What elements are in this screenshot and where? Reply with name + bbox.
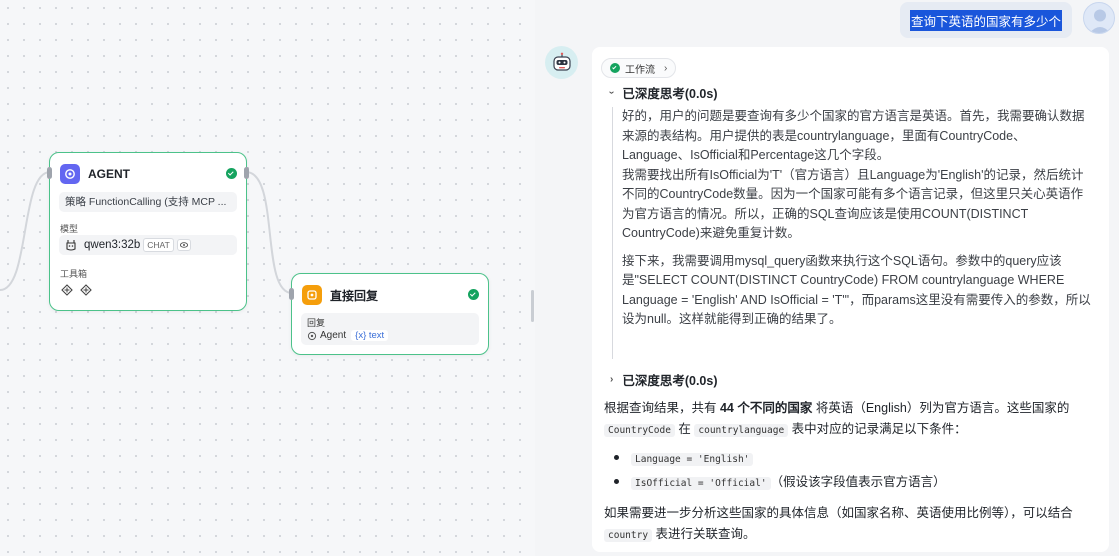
- tool-icon-2[interactable]: [80, 283, 92, 296]
- edge-into-agent: [0, 171, 51, 291]
- agent-node[interactable]: AGENT 策略 FunctionCalling (支持 MCP ... 模型 …: [47, 152, 249, 311]
- thinking-label-1: 已深度思考(0.0s): [622, 87, 718, 101]
- reply-input-handle[interactable]: [289, 288, 294, 300]
- reply-icon: [302, 285, 322, 305]
- model-name: qwen3:32b: [84, 239, 141, 251]
- workflow-success-icon: [610, 63, 620, 73]
- user-message-text: 查询下英语的国家有多少个: [909, 9, 1062, 31]
- assistant-response-card: 工作流 › › 已深度思考(0.0s) 好的，用户的问题是要查询有多少个国家的官…: [592, 47, 1109, 552]
- direct-reply-node[interactable]: 直接回复 回复 Agent {x} text: [289, 273, 489, 355]
- answer-text: 将英语（English）列为官方语言。这些国家的: [812, 401, 1070, 415]
- workflow-label: 工作流: [625, 64, 655, 76]
- workflow-toggle[interactable]: 工作流 ›: [601, 58, 677, 78]
- condition-list: Language = 'English' IsOfficial = 'Offic…: [614, 447, 1099, 495]
- inline-code-language: Language = 'English': [631, 453, 754, 466]
- inline-code-isofficial: IsOfficial = 'Official': [631, 477, 771, 490]
- user-message-bubble: 查询下英语的国家有多少个: [899, 2, 1072, 38]
- reply-status-check-icon: [468, 289, 479, 300]
- thinking-toggle-2[interactable]: › 已深度思考(0.0s): [610, 370, 718, 389]
- tools-label: 工具箱: [60, 269, 88, 279]
- inline-code-table: countrylanguage: [694, 424, 789, 437]
- answer-highlight: 44 个不同的国家: [719, 401, 813, 415]
- thinking-toggle-1[interactable]: › 已深度思考(0.0s): [606, 83, 718, 102]
- agent-status-check-icon: [226, 168, 237, 179]
- answer-paragraph: 根据查询结果，共有 44 个不同的国家 将英语（English）列为官方语言。这…: [604, 398, 1099, 441]
- agent-icon: [60, 164, 80, 184]
- edge-agent-to-reply: [245, 171, 293, 294]
- inline-code-countrycode: CountryCode: [604, 424, 675, 437]
- reply-source-name: Agent: [320, 330, 347, 341]
- answer-body: 根据查询结果，共有 44 个不同的国家 将英语（English）列为官方语言。这…: [604, 398, 1099, 546]
- chevron-right-icon: ›: [610, 374, 614, 385]
- user-avatar: [1083, 2, 1115, 34]
- reply-label: 回复: [307, 318, 326, 328]
- tool-icon-1[interactable]: [61, 283, 73, 296]
- agent-node-title: AGENT: [88, 167, 130, 181]
- bot-avatar: [545, 46, 578, 79]
- thinking-paragraph: 我需要找出所有IsOfficial为'T'（官方语言）且Language为'En…: [622, 167, 1084, 241]
- answer-text: 表进行关联查询。: [652, 527, 756, 541]
- reply-variable-tag: {x} text: [351, 330, 389, 341]
- model-settings-icon[interactable]: [176, 239, 191, 251]
- answer-text: 如果需要进一步分析这些国家的具体信息（如国家名称、英语使用比例等），可以结合: [604, 506, 1073, 520]
- agent-output-handle[interactable]: [244, 167, 249, 179]
- thinking-content: 好的，用户的问题是要查询有多少个国家的官方语言是英语。首先，我需要确认数据来源的…: [612, 107, 1092, 359]
- agent-strategy-field[interactable]: 策略 FunctionCalling (支持 MCP ...: [59, 192, 237, 212]
- agent-strategy-text: 策略 FunctionCalling (支持 MCP ...: [65, 196, 227, 208]
- reply-node-title: 直接回复: [330, 288, 379, 303]
- chat-panel: 查询下英语的国家有多少个 工作流 › › 已深度思考(0.0s) 好的，用户的问…: [536, 0, 1119, 556]
- list-item: IsOfficial = 'Official' （假设该字段值表示官方语言）: [614, 471, 1099, 495]
- thinking-paragraph: 接下来，我需要调用mysql_query函数来执行这个SQL语句。参数中的que…: [622, 253, 1091, 327]
- panel-resize-handle[interactable]: [531, 290, 534, 322]
- model-label: 模型: [60, 224, 79, 234]
- user-message-row: 查询下英语的国家有多少个: [536, 0, 1119, 40]
- list-item: Language = 'English': [614, 447, 1099, 471]
- answer-footer: 如果需要进一步分析这些国家的具体信息（如国家名称、英语使用比例等），可以结合 c…: [604, 503, 1099, 546]
- inline-code-country: country: [604, 529, 653, 542]
- thinking-label-2: 已深度思考(0.0s): [622, 374, 718, 388]
- model-provider-icon: [65, 239, 77, 251]
- workflow-canvas[interactable]: AGENT 策略 FunctionCalling (支持 MCP ... 模型 …: [0, 0, 535, 556]
- answer-text: 表中对应的记录满足以下条件：: [788, 422, 967, 436]
- agent-ref-icon: [307, 331, 317, 341]
- answer-text: 根据查询结果，共有: [604, 401, 720, 415]
- chevron-down-icon: ›: [606, 90, 618, 95]
- model-type-tag: CHAT: [143, 238, 174, 252]
- agent-input-handle[interactable]: [47, 167, 52, 179]
- agent-model-field[interactable]: qwen3:32b CHAT: [59, 235, 237, 255]
- answer-text: （假设该字段值表示官方语言）: [770, 475, 946, 489]
- reply-content-field[interactable]: 回复 Agent {x} text: [301, 313, 479, 345]
- answer-text: 在: [674, 422, 695, 436]
- chevron-right-icon: ›: [664, 62, 668, 74]
- thinking-paragraph: 好的，用户的问题是要查询有多少个国家的官方语言是英语。首先，我需要确认数据来源的…: [622, 109, 1085, 162]
